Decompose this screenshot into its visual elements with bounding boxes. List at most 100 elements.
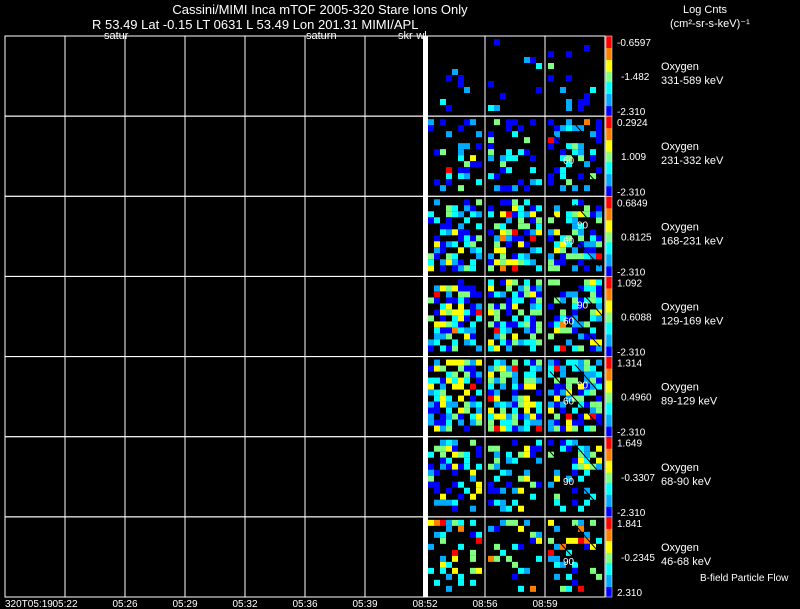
heatmap-cell	[428, 401, 434, 408]
heatmap-cell	[476, 315, 482, 322]
heatmap-cell	[488, 371, 494, 378]
heatmap-cell	[428, 419, 434, 426]
heatmap-cell	[440, 149, 446, 156]
heatmap-cell	[446, 131, 452, 138]
heatmap-cell	[512, 321, 518, 328]
heatmap-cell	[476, 211, 482, 218]
heatmap-cell	[500, 265, 506, 272]
heatmap-cell	[446, 377, 452, 384]
heatmap-cell	[512, 383, 518, 390]
heatmap-cell	[476, 345, 482, 352]
heatmap-cell	[446, 297, 452, 304]
heatmap-cell	[500, 93, 506, 99]
heatmap-cell	[578, 241, 584, 248]
heatmap-cell	[434, 401, 440, 408]
heatmap-cell	[494, 241, 500, 248]
contour-label: 60	[563, 397, 575, 408]
heatmap-cell	[500, 401, 506, 408]
species-label: Oxygen	[661, 61, 699, 73]
heatmap-cell	[530, 345, 536, 352]
heatmap-cell	[536, 179, 542, 186]
heatmap-cell	[524, 185, 530, 192]
heatmap-cell	[512, 279, 518, 286]
heatmap-cell	[506, 469, 512, 476]
heatmap-cell	[458, 407, 464, 414]
heatmap-cell	[488, 321, 494, 328]
heatmap-cell	[494, 463, 500, 470]
heatmap-cell	[578, 105, 584, 111]
heatmap-cell	[428, 469, 434, 476]
heatmap-cell	[488, 229, 494, 236]
heatmap-cell	[458, 235, 464, 242]
heatmap-cell	[506, 185, 512, 192]
heatmap-cell	[488, 413, 494, 420]
heatmap-cell	[488, 285, 494, 292]
heatmap-cell	[500, 229, 506, 236]
heatmap-cell	[470, 321, 476, 328]
heatmap-cell	[428, 413, 434, 420]
heatmap-cell	[590, 247, 596, 254]
heatmap-cell	[536, 419, 542, 426]
heatmap-cell	[470, 395, 476, 402]
heatmap-cell	[500, 499, 506, 506]
heatmap-cell	[530, 537, 536, 544]
heatmap-cell	[494, 333, 500, 340]
heatmap-cell	[536, 389, 542, 396]
heatmap-cell	[500, 167, 506, 174]
heatmap-cell	[566, 425, 572, 432]
heatmap-cell	[500, 505, 506, 512]
heatmap-cell	[440, 463, 446, 470]
heatmap-cell	[446, 105, 452, 111]
heatmap-cell	[464, 285, 470, 292]
species-label: Oxygen	[661, 462, 699, 474]
heatmap-cell	[488, 339, 494, 346]
heatmap-cell	[434, 291, 440, 298]
heatmap-cell	[434, 407, 440, 414]
heatmap-cell	[530, 285, 536, 292]
heatmap-cell	[446, 327, 452, 334]
heatmap-cell	[476, 481, 482, 488]
heatmap-cell	[584, 469, 590, 476]
heatmap-cell	[578, 259, 584, 266]
heatmap-cell	[458, 395, 464, 402]
heatmap-cell	[512, 185, 518, 192]
heatmap-cell	[488, 173, 494, 180]
heatmap-cell	[566, 143, 572, 150]
heatmap-cell	[434, 333, 440, 340]
heatmap-cell	[536, 537, 542, 544]
heatmap-cell	[512, 395, 518, 402]
heatmap-cell	[500, 407, 506, 414]
heatmap-cell	[524, 211, 530, 218]
heatmap-cell	[458, 519, 464, 526]
heatmap-cell	[572, 537, 578, 544]
heatmap-cell	[458, 173, 464, 180]
heatmap-cell	[452, 439, 458, 446]
heatmap-cell	[506, 279, 512, 286]
heatmap-cell	[476, 303, 482, 310]
heatmap-cell	[506, 241, 512, 248]
heatmap-cell	[446, 585, 452, 592]
heatmap-cell	[536, 365, 542, 372]
heatmap-cell	[512, 407, 518, 414]
heatmap-cell	[428, 315, 434, 322]
heatmap-cell	[446, 241, 452, 248]
heatmap-cell	[518, 543, 524, 550]
heatmap-cell	[512, 487, 518, 494]
time-tick-label: 05:29	[172, 599, 197, 609]
heatmap-cell	[518, 223, 524, 230]
heatmap-cell	[530, 413, 536, 420]
heatmap-cell	[446, 401, 452, 408]
heatmap-cell	[500, 223, 506, 230]
heatmap-cell	[596, 217, 602, 224]
heatmap-cell	[506, 217, 512, 224]
heatmap-cell	[500, 383, 506, 390]
heatmap-cell	[476, 567, 482, 574]
energy-range-label: 46-68 keV	[661, 556, 712, 568]
heatmap-cell	[518, 413, 524, 420]
heatmap-cell	[488, 463, 494, 470]
heatmap-cell	[572, 345, 578, 352]
heatmap-cell	[596, 285, 602, 292]
heatmap-cell	[476, 371, 482, 378]
heatmap-cell	[464, 487, 470, 494]
heatmap-cell	[458, 291, 464, 298]
